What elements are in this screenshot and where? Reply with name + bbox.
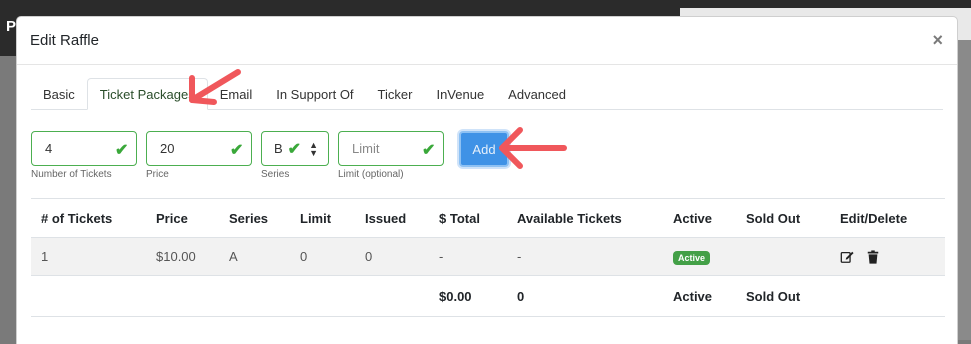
- cell-tickets: 1: [31, 237, 146, 276]
- ticket-packages-table: # of Tickets Price Series Limit Issued $…: [31, 198, 945, 317]
- edit-icon[interactable]: [840, 250, 854, 264]
- totals-empty-cell: [830, 275, 945, 317]
- limit-caption: Limit (optional): [338, 169, 404, 180]
- column-header: Active: [663, 198, 736, 238]
- column-header: Limit: [290, 198, 355, 238]
- column-header: Sold Out: [736, 198, 830, 238]
- active-badge[interactable]: Active: [673, 250, 711, 265]
- totals-available: 0: [507, 275, 663, 317]
- tab-ticker[interactable]: Ticker: [366, 78, 425, 110]
- column-header: Issued: [355, 198, 429, 238]
- cell-issued: 0: [355, 237, 429, 276]
- tab-email[interactable]: Email: [208, 78, 265, 110]
- price-caption: Price: [146, 169, 169, 180]
- ticket-package-form: ✔ Number of Tickets ✔ Price B ✔ ▲▼ Serie…: [31, 131, 509, 180]
- column-header: $ Total: [429, 198, 507, 238]
- totals-empty-cell: [290, 275, 355, 317]
- cell-active: Active: [663, 237, 736, 276]
- cell-limit: 0: [290, 237, 355, 276]
- tab-invenue[interactable]: InVenue: [424, 78, 496, 110]
- column-header: Available Tickets: [507, 198, 663, 238]
- number-of-tickets-group: ✔ Number of Tickets: [31, 131, 137, 180]
- totals-empty-cell: [355, 275, 429, 317]
- totals-empty-cell: [31, 275, 146, 317]
- column-header: Price: [146, 198, 219, 238]
- modal-title: Edit Raffle: [30, 32, 99, 49]
- modal-header: Edit Raffle ×: [17, 17, 957, 65]
- column-header: Edit/Delete: [830, 198, 945, 238]
- number-of-tickets-caption: Number of Tickets: [31, 169, 112, 180]
- background-scroll-strip: [958, 40, 971, 340]
- tab-bar: Basic Ticket Packages Email In Support O…: [31, 78, 943, 110]
- series-caption: Series: [261, 169, 290, 180]
- cell-available: -: [507, 237, 663, 276]
- sort-icon: ▲ ▼: [309, 140, 318, 158]
- edit-raffle-modal: Edit Raffle × Basic Ticket Packages Emai…: [16, 16, 958, 344]
- tab-in-support-of[interactable]: In Support Of: [264, 78, 365, 110]
- add-button[interactable]: Add: [459, 131, 509, 167]
- cell-series: A: [219, 237, 290, 276]
- limit-group: ✔ Limit (optional): [338, 131, 444, 180]
- table-totals-row: $0.00 0 Active Sold Out: [31, 275, 945, 317]
- totals-empty-cell: [146, 275, 219, 317]
- column-header: # of Tickets: [31, 198, 146, 238]
- add-button-wrap: Add: [453, 131, 509, 180]
- trash-icon[interactable]: [866, 250, 880, 264]
- totals-total: $0.00: [429, 275, 507, 317]
- table-row: 1 $10.00 A 0 0 - - Active: [31, 237, 945, 276]
- cell-total: -: [429, 237, 507, 276]
- series-select[interactable]: B ✔ ▲ ▼: [261, 131, 329, 166]
- table-header-row: # of Tickets Price Series Limit Issued $…: [31, 198, 945, 238]
- close-icon[interactable]: ×: [932, 30, 943, 51]
- check-icon: ✔: [422, 142, 436, 159]
- series-group: B ✔ ▲ ▼ Series: [261, 131, 329, 180]
- check-icon: ✔: [115, 142, 129, 159]
- totals-empty-cell: [219, 275, 290, 317]
- price-group: ✔ Price: [146, 131, 252, 180]
- totals-sold-out: Sold Out: [736, 275, 830, 317]
- tab-basic[interactable]: Basic: [31, 78, 87, 110]
- check-icon: ✔: [230, 142, 244, 159]
- cell-sold-out: [736, 237, 830, 276]
- background-logo-letter: P: [6, 18, 17, 35]
- tab-ticket-packages[interactable]: Ticket Packages: [86, 78, 208, 110]
- series-selected-value: B: [274, 141, 283, 156]
- cell-edit-delete: [830, 237, 945, 276]
- cell-price: $10.00: [146, 237, 219, 276]
- tab-advanced[interactable]: Advanced: [496, 78, 578, 110]
- column-header: Series: [219, 198, 290, 238]
- check-icon: ✔: [287, 140, 302, 158]
- totals-active: Active: [663, 275, 736, 317]
